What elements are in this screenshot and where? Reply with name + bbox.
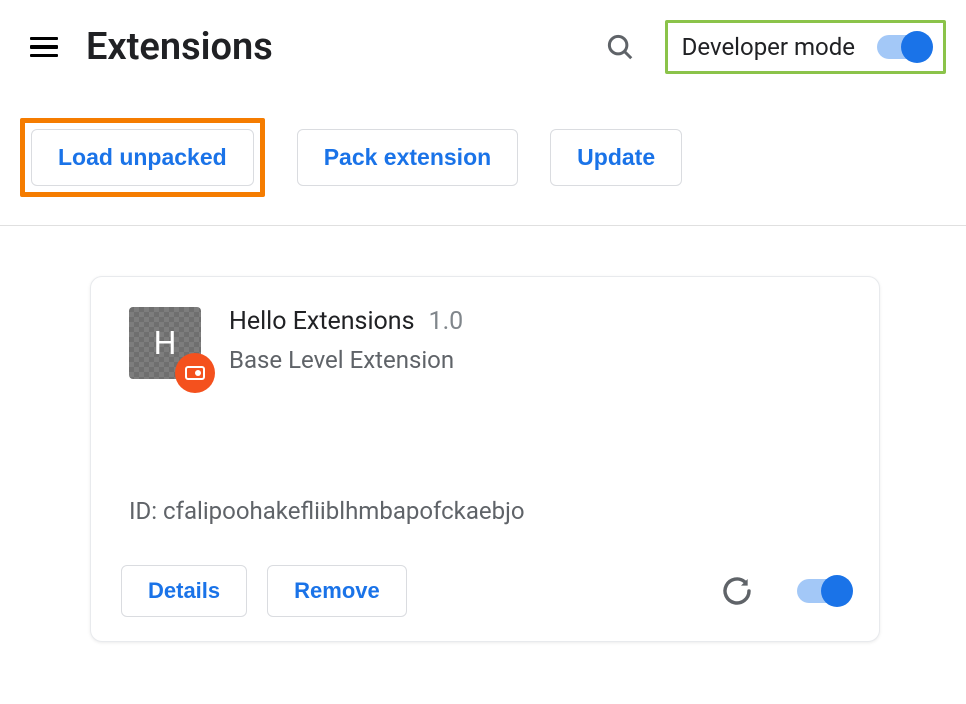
load-unpacked-button[interactable]: Load unpacked — [31, 129, 254, 186]
extension-meta: Hello Extensions 1.0 Base Level Extensio… — [229, 307, 849, 379]
load-unpacked-highlight: Load unpacked — [20, 118, 265, 197]
extension-enable-toggle[interactable] — [797, 579, 849, 603]
extension-version: 1.0 — [429, 307, 464, 336]
extension-icon-wrap: H — [129, 307, 201, 379]
search-icon[interactable] — [605, 32, 635, 62]
extension-id-label: ID: — [129, 497, 163, 525]
developer-mode-toggle[interactable] — [877, 35, 929, 59]
extension-id-row: ID: cfalipoohakefliiblhmbapofckaebjo — [129, 497, 849, 525]
extension-description: Base Level Extension — [229, 346, 849, 374]
extension-actions: Details Remove — [121, 565, 849, 617]
extensions-list: H Hello Extensions 1.0 Base Level Extens… — [0, 226, 966, 692]
toolbar: Load unpacked Pack extension Update — [0, 94, 966, 226]
menu-icon[interactable] — [26, 33, 62, 62]
extension-card: H Hello Extensions 1.0 Base Level Extens… — [90, 276, 880, 642]
extension-name: Hello Extensions — [229, 307, 415, 336]
details-button[interactable]: Details — [121, 565, 247, 617]
extension-name-row: Hello Extensions 1.0 — [229, 307, 849, 336]
extension-id-value: cfalipoohakefliiblhmbapofckaebjo — [163, 497, 524, 525]
pack-extension-button[interactable]: Pack extension — [297, 129, 518, 186]
developer-mode-label: Developer mode — [682, 33, 855, 61]
update-button[interactable]: Update — [550, 129, 682, 186]
developer-mode-container: Developer mode — [665, 20, 946, 74]
reload-icon[interactable] — [721, 575, 753, 607]
extension-header: H Hello Extensions 1.0 Base Level Extens… — [121, 307, 849, 379]
header: Extensions Developer mode — [0, 0, 966, 94]
page-title: Extensions — [86, 25, 581, 69]
unpacked-badge-icon — [175, 353, 215, 393]
remove-button[interactable]: Remove — [267, 565, 407, 617]
